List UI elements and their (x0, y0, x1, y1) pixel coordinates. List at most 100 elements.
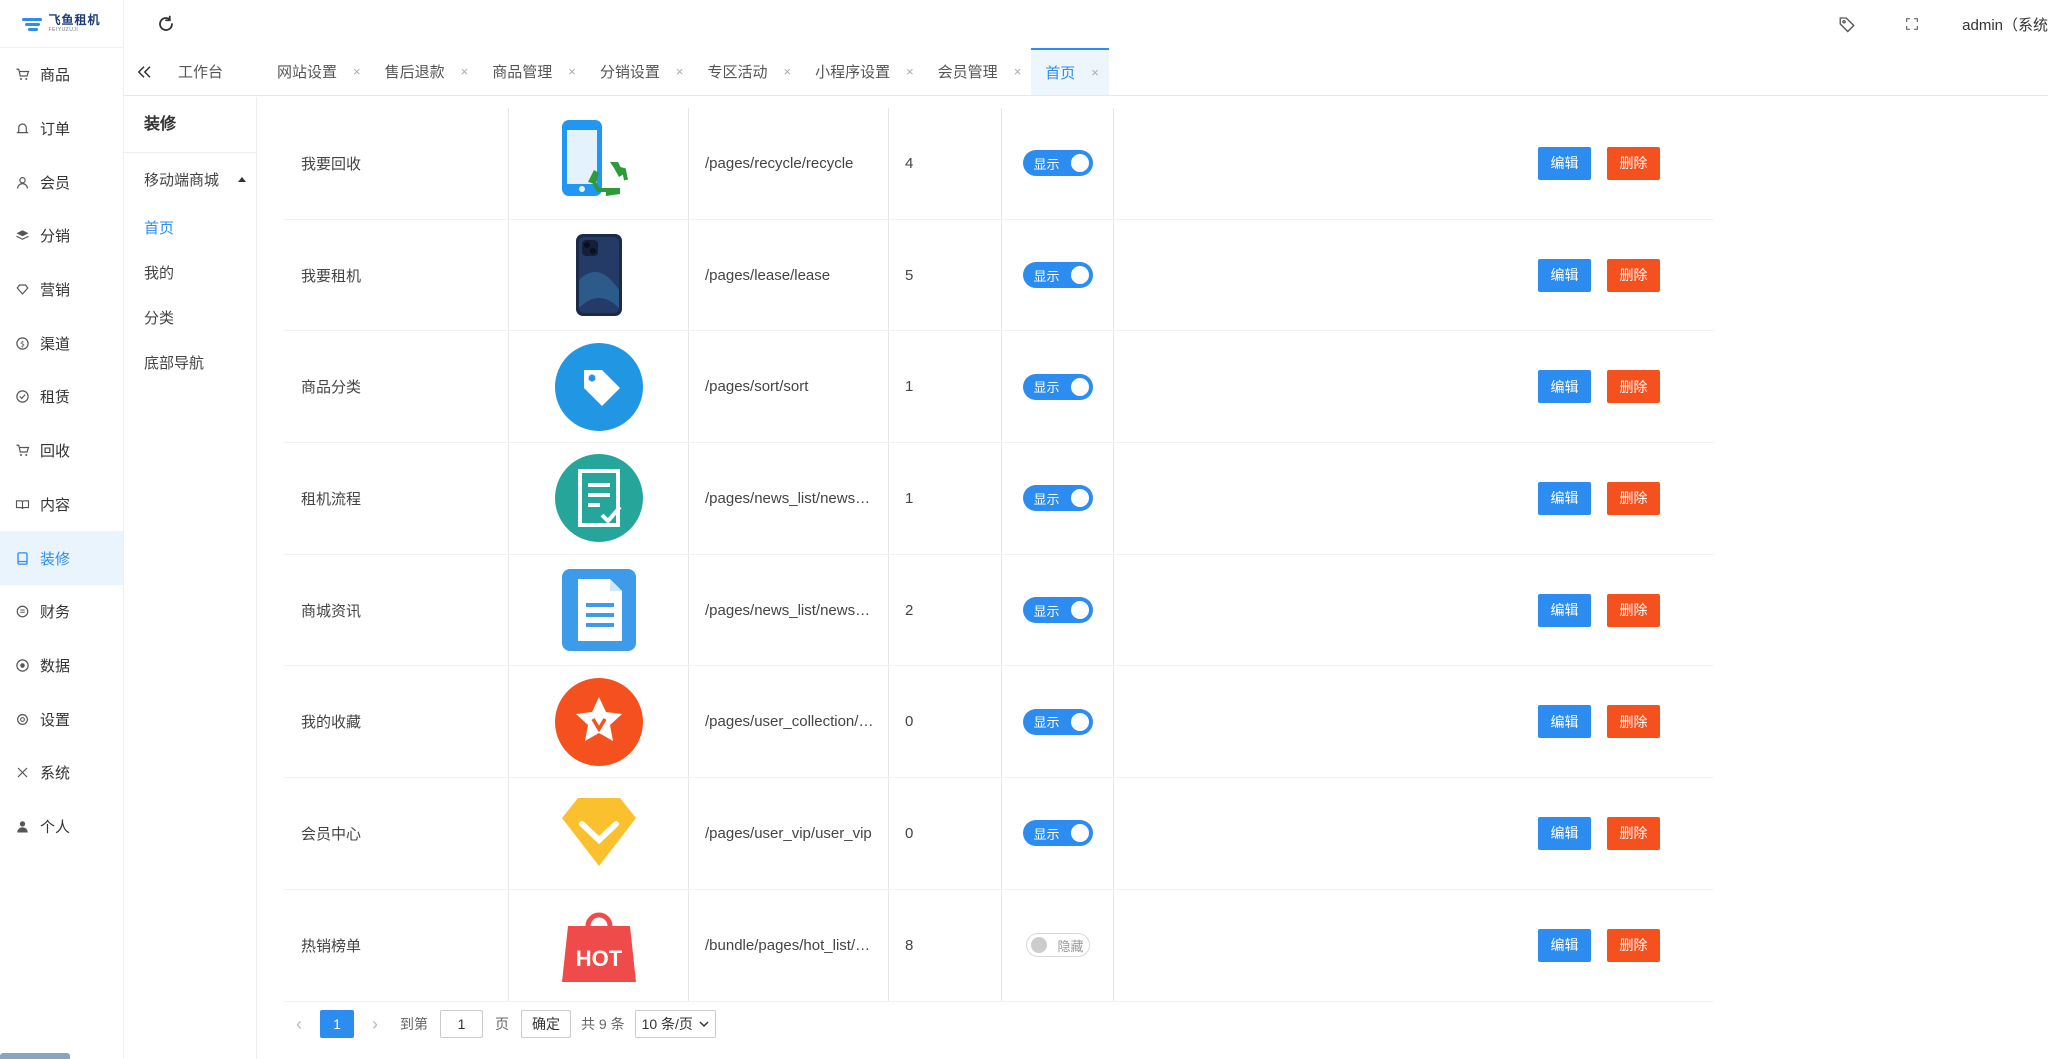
table-row: 我要租机/pages/lease/lease 5 显示 编辑 删除 (284, 219, 1714, 332)
tag-icon (554, 342, 644, 432)
row-name: 商品分类 (284, 331, 509, 443)
wallet-icon (14, 604, 30, 620)
layers-icon (14, 228, 30, 244)
next-page-button[interactable]: › (360, 1010, 390, 1038)
tab-8[interactable]: 首页 × (1031, 48, 1109, 95)
tab-label: 分销设置 (599, 64, 660, 81)
delete-button[interactable]: 删除 (1607, 928, 1660, 962)
page-size-select[interactable]: 10 条/页 (634, 1010, 716, 1038)
svg-text:$: $ (20, 339, 25, 348)
sidebar-item-5[interactable]: $ 渠道 (0, 316, 123, 370)
tab-0[interactable]: 工作台 (164, 48, 263, 95)
tab-7[interactable]: 会员管理 × (924, 48, 1032, 95)
page-number[interactable]: 1 (320, 1010, 354, 1038)
sidebar-item-12[interactable]: 设置 (0, 692, 123, 746)
sidebar-item-label: 财务 (40, 604, 71, 622)
delete-button[interactable]: 删除 (1607, 481, 1660, 515)
close-icon[interactable]: × (676, 64, 684, 79)
sidebar-item-9[interactable]: 装修 (0, 531, 123, 585)
sidebar-item-0[interactable]: 商品 (0, 48, 123, 102)
prev-page-button[interactable]: ‹ (284, 1010, 314, 1038)
sidebar-item-1[interactable]: 订单 (0, 102, 123, 156)
sidebar-item-4[interactable]: 营销 (0, 263, 123, 317)
edit-button[interactable]: 编辑 (1538, 928, 1591, 962)
logo-mark-icon (22, 16, 43, 32)
sidebar-item-label: 个人 (40, 818, 71, 836)
nav-table: 我要回收/pages/recycle/recycle 4 显示 编辑 删除 我要租机/pa… (284, 108, 1714, 1002)
logo[interactable]: 飞鱼租机 FEIYUZUJI (0, 0, 123, 48)
delete-button[interactable]: 删除 (1607, 370, 1660, 404)
tab-6[interactable]: 小程序设置 × (801, 48, 924, 95)
status-toggle[interactable]: 显示 (1022, 820, 1093, 847)
submenu-group-mobile-mall[interactable]: 移动端商城 (124, 153, 256, 205)
submenu-item-2[interactable]: 分类 (124, 295, 256, 340)
goto-label: 到第 (400, 1016, 428, 1032)
edit-button[interactable]: 编辑 (1538, 705, 1591, 739)
edit-button[interactable]: 编辑 (1538, 258, 1591, 292)
goto-page-input[interactable] (440, 1010, 483, 1038)
status-toggle[interactable]: 显示 (1022, 485, 1093, 512)
row-name: 我要租机 (284, 219, 509, 331)
submenu-item-0[interactable]: 首页 (124, 205, 256, 250)
sidebar-item-14[interactable]: 个人 (0, 800, 123, 854)
tab-5[interactable]: 专区活动 × (693, 48, 801, 95)
status-label: 显示 (1033, 380, 1060, 396)
close-icon[interactable]: × (1091, 65, 1099, 80)
tools-icon (14, 765, 30, 781)
sidebar-item-label: 营销 (40, 282, 71, 300)
close-icon[interactable]: × (568, 64, 576, 79)
close-icon[interactable]: × (906, 64, 914, 79)
tab-2[interactable]: 售后退款 × (371, 48, 479, 95)
delete-button[interactable]: 删除 (1607, 146, 1660, 180)
sidebar-item-label: 分销 (40, 228, 71, 246)
close-icon[interactable]: × (461, 64, 469, 79)
edit-button[interactable]: 编辑 (1538, 481, 1591, 515)
sidebar-item-7[interactable]: 回收 (0, 424, 123, 478)
sidebar-item-13[interactable]: 系统 (0, 746, 123, 800)
sidebar-item-11[interactable]: 数据 (0, 639, 123, 693)
delete-button[interactable]: 删除 (1607, 816, 1660, 850)
sidebar-item-2[interactable]: 会员 (0, 155, 123, 209)
goto-confirm-button[interactable]: 确定 (521, 1010, 571, 1038)
status-toggle[interactable]: 隐藏 (1025, 933, 1090, 958)
fullscreen-button[interactable] (1902, 14, 1922, 34)
submenu-item-3[interactable]: 底部导航 (124, 340, 256, 385)
edit-button[interactable]: 编辑 (1538, 146, 1591, 180)
edit-button[interactable]: 编辑 (1538, 816, 1591, 850)
tab-label: 工作台 (178, 64, 224, 81)
sidebar-item-10[interactable]: 财务 (0, 585, 123, 639)
user-icon (14, 174, 30, 190)
row-sort: 1 (889, 443, 1002, 554)
refresh-button[interactable] (155, 13, 177, 35)
status-toggle[interactable]: 显示 (1022, 373, 1093, 400)
row-path: /pages/user_vip/user_vip (705, 824, 872, 842)
edit-button[interactable]: 编辑 (1538, 370, 1591, 404)
tab-1[interactable]: 网站设置 × (263, 48, 371, 95)
row-path: /pages/lease/lease (705, 266, 831, 284)
edit-button[interactable]: 编辑 (1538, 593, 1591, 627)
status-toggle[interactable]: 显示 (1022, 597, 1093, 624)
user-menu[interactable]: admin（系统 (1962, 14, 2048, 35)
status-toggle[interactable]: 显示 (1022, 150, 1093, 177)
submenu-item-1[interactable]: 我的 (124, 250, 256, 295)
close-icon[interactable]: × (353, 64, 361, 79)
status-label: 隐藏 (1057, 938, 1084, 954)
tab-4[interactable]: 分销设置 × (586, 48, 694, 95)
tag-button[interactable] (1837, 14, 1857, 34)
collapse-button[interactable] (124, 48, 164, 95)
delete-button[interactable]: 删除 (1607, 705, 1660, 739)
sidebar-item-8[interactable]: 内容 (0, 478, 123, 532)
delete-button[interactable]: 删除 (1607, 258, 1660, 292)
sidebar-item-3[interactable]: 分销 (0, 209, 123, 263)
status-toggle[interactable]: 显示 (1022, 262, 1093, 289)
row-sort: 2 (889, 554, 1002, 666)
delete-button[interactable]: 删除 (1607, 593, 1660, 627)
close-icon[interactable]: × (1014, 64, 1022, 79)
tab-3[interactable]: 商品管理 × (478, 48, 586, 95)
bell-icon (14, 121, 30, 137)
sidebar-item-6[interactable]: 租赁 (0, 370, 123, 424)
status-label: 显示 (1033, 156, 1060, 172)
sidebar-bottom-handle[interactable] (0, 1053, 70, 1059)
close-icon[interactable]: × (783, 64, 791, 79)
status-toggle[interactable]: 显示 (1022, 708, 1093, 735)
